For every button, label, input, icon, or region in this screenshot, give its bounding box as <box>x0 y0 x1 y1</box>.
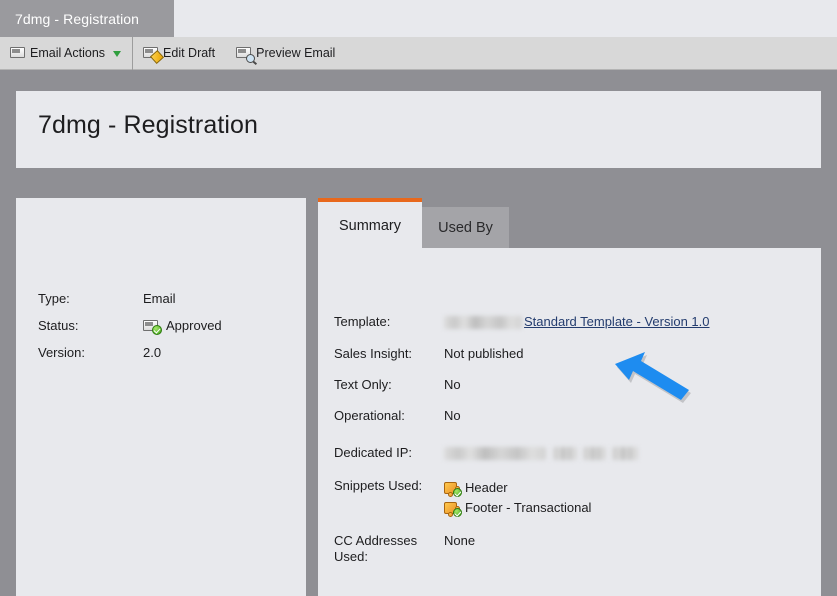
redacted-template-prefix <box>444 316 522 330</box>
redacted-ip-1 <box>444 447 546 461</box>
tab-summary-label: Summary <box>338 218 402 234</box>
redacted-ip-4 <box>612 447 638 461</box>
page-title: 7dmg - Registration <box>38 111 259 139</box>
info-row-type: Type: Email <box>38 291 288 306</box>
page-body: 7dmg - Registration Type: Email Status: … <box>0 71 837 596</box>
toolbar: Email Actions Edit Draft Preview Email <box>0 37 837 70</box>
tab-bar: Summary Used By <box>318 198 821 248</box>
summary-tab-panel: Template: Standard Template - Version 1.… <box>318 248 821 596</box>
snippet-label: Footer - Transactional <box>465 500 592 515</box>
edit-draft-label: Edit Draft <box>163 46 216 60</box>
info-row-version: Version: 2.0 <box>38 345 288 360</box>
envelope-icon <box>10 46 27 60</box>
snippet-icon <box>444 481 462 497</box>
preview-email-button[interactable]: Preview Email <box>226 37 346 69</box>
template-link[interactable]: Standard Template - Version 1.0 <box>524 314 710 329</box>
summary-label-cc-addresses: CC Addresses Used: <box>334 533 438 565</box>
info-label-type: Type: <box>38 291 70 306</box>
email-actions-label: Email Actions <box>30 46 106 60</box>
toolbar-group-email-actions: Email Actions <box>0 37 132 69</box>
snippet-item[interactable]: Footer - Transactional <box>444 498 591 518</box>
summary-label-operational: Operational: <box>334 408 405 423</box>
summary-label-dedicated-ip: Dedicated IP: <box>334 445 413 460</box>
summary-label-template: Template: <box>334 314 391 329</box>
tab-used-by[interactable]: Used By <box>422 207 509 248</box>
summary-label-snippets-used: Snippets Used: <box>334 478 423 493</box>
window-tab-strip: 7dmg - Registration <box>0 0 837 37</box>
summary-value-operational: No <box>444 408 461 423</box>
summary-value-sales-insight: Not published <box>444 346 524 361</box>
snippet-icon <box>444 501 462 517</box>
tab-used-by-label: Used By <box>438 219 493 236</box>
summary-value-text-only: No <box>444 377 461 392</box>
info-label-status: Status: <box>38 318 79 333</box>
summary-label-cc-addresses-line2: Used: <box>334 549 368 564</box>
summary-value-snippets-used: Header Footer - Transactional <box>444 478 591 518</box>
window-tab-label: 7dmg - Registration <box>15 10 140 27</box>
summary-value-template: Standard Template - Version 1.0 <box>444 314 710 330</box>
window-tab[interactable]: 7dmg - Registration <box>0 0 174 37</box>
edit-draft-button[interactable]: Edit Draft <box>133 37 226 69</box>
summary-label-cc-addresses-line1: CC Addresses <box>334 533 418 548</box>
toolbar-group-actions: Edit Draft Preview Email <box>133 37 346 69</box>
tab-summary[interactable]: Summary <box>318 198 422 248</box>
snippet-label: Header <box>465 480 508 495</box>
email-actions-button[interactable]: Email Actions <box>0 37 132 69</box>
info-value-status: Approved <box>143 318 222 335</box>
envelope-magnifier-icon <box>236 46 256 63</box>
summary-label-sales-insight: Sales Insight: <box>334 346 413 361</box>
page-title-card: 7dmg - Registration <box>16 91 821 168</box>
preview-email-label: Preview Email <box>256 46 336 60</box>
redacted-ip-2 <box>553 447 577 461</box>
summary-value-cc-addresses: None <box>444 533 476 548</box>
info-value-type: Email <box>143 291 176 306</box>
status-badge-label: Approved <box>166 318 222 333</box>
envelope-approved-icon <box>143 319 162 335</box>
info-value-version: 2.0 <box>143 345 162 360</box>
info-label-version: Version: <box>38 345 85 360</box>
summary-label-text-only: Text Only: <box>334 377 392 392</box>
chevron-down-icon[interactable] <box>113 51 122 57</box>
summary-value-dedicated-ip <box>444 445 638 461</box>
info-row-status: Status: Approved <box>38 318 288 335</box>
envelope-pencil-icon <box>143 46 165 65</box>
details-panel: Summary Used By Template: Standard Templ… <box>318 198 821 596</box>
snippet-item[interactable]: Header <box>444 478 591 498</box>
redacted-ip-3 <box>583 447 606 461</box>
asset-info-panel: Type: Email Status: Approved Version: 2.… <box>16 198 306 596</box>
